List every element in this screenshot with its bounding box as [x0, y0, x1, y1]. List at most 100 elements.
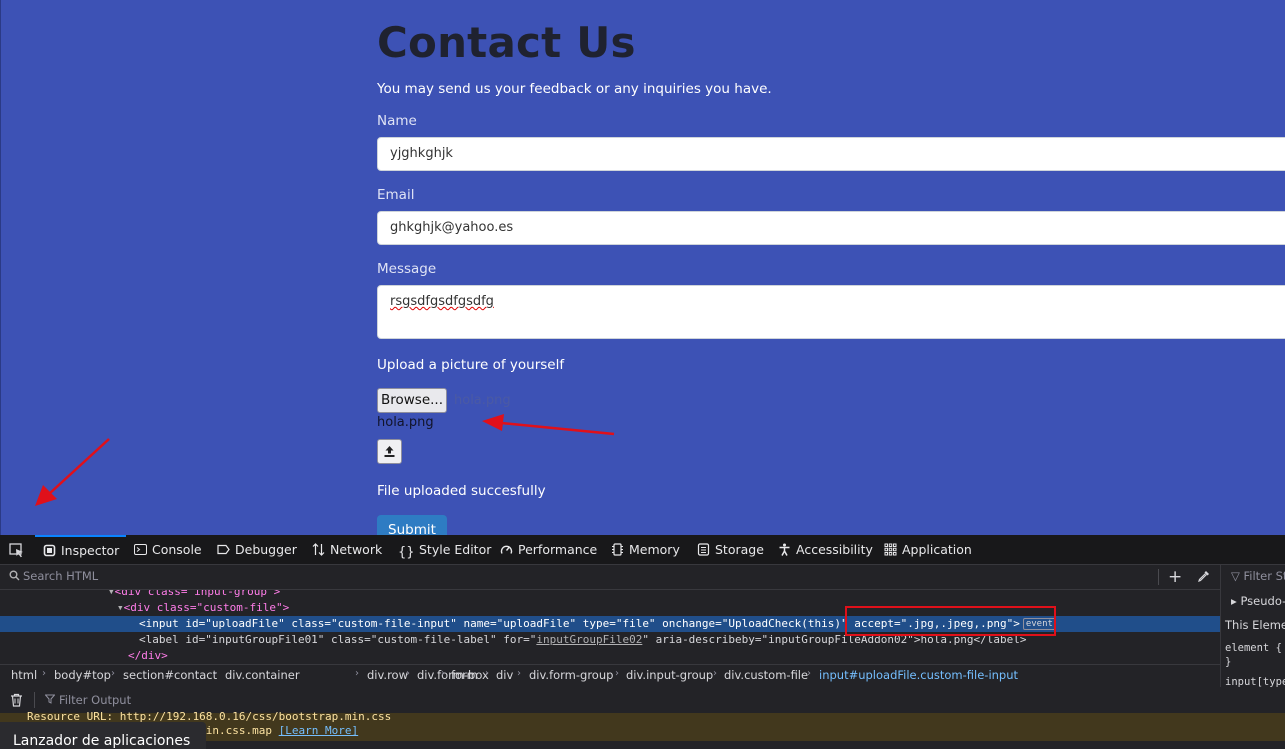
filter-output-input[interactable]: Filter Output [59, 693, 131, 707]
tab-debugger-label: Debugger [235, 542, 297, 557]
console-icon [134, 544, 147, 555]
breadcrumb-separator-icon: › [441, 668, 445, 679]
page-viewport: Contact Us You may send us your feedback… [0, 0, 1285, 535]
breadcrumb-separator-icon: › [213, 668, 217, 679]
markup-text: <div class="custom-file"> [123, 601, 290, 614]
markup-link[interactable]: inputGroupFile02 [536, 633, 642, 646]
breadcrumb-item[interactable]: form [451, 668, 478, 682]
input-type-rule: input[type [1225, 676, 1285, 687]
tab-inspector-label: Inspector [61, 543, 120, 558]
element-rule-close: } [1225, 656, 1232, 668]
email-field[interactable]: ghkghjk@yahoo.es [377, 211, 1285, 245]
name-field[interactable]: yjghkghjk [377, 137, 1285, 171]
message-field[interactable]: rsgsdfgsdfgsdfg [377, 285, 1285, 339]
pseudo-elements-toggle[interactable]: ▸ Pseudo-elements [1231, 594, 1285, 608]
markup-text: </div> [128, 649, 168, 662]
tab-network-label: Network [330, 542, 383, 557]
tab-accessibility[interactable]: Accessibility [778, 535, 873, 564]
name-label: Name [377, 113, 417, 129]
storage-icon [697, 543, 710, 556]
breadcrumb-item[interactable]: div.input-group [626, 668, 713, 682]
tab-performance-label: Performance [518, 542, 598, 557]
file-label: hola.png [377, 415, 434, 430]
tab-inspector[interactable]: Inspector [35, 535, 126, 562]
message-label: Message [377, 261, 437, 277]
toolbar-divider [1158, 569, 1159, 585]
markup-text: <input id="uploadFile" class="custom-fil… [139, 617, 848, 630]
network-icon [312, 543, 325, 556]
message-text: rsgsdfgsdfgsdfg [390, 294, 494, 309]
search-icon [9, 570, 20, 581]
upload-button[interactable] [377, 439, 402, 464]
devtools-toolbar: Inspector Console Debugger Network {} Sty… [0, 535, 1285, 565]
breadcrumb-item[interactable]: body#top [54, 668, 111, 682]
breadcrumb-separator-icon: › [615, 668, 619, 679]
rules-sidebar: ▽ Filter Styles ▸ Pseudo-elements This E… [1220, 565, 1285, 687]
tab-performance[interactable]: Performance [500, 535, 597, 564]
breadcrumb-separator-icon: › [807, 668, 811, 679]
pseudo-elements-label: Pseudo-elements [1240, 594, 1285, 608]
breadcrumb: html › body#top › section#contact › div.… [0, 664, 1220, 688]
inspector-icon [43, 544, 56, 557]
memory-icon [612, 543, 623, 556]
markup-text: <label id="inputGroupFile01" class="cust… [139, 633, 537, 646]
breadcrumb-item[interactable]: div.row [367, 668, 408, 682]
app-launcher-tooltip: Lanzador de aplicaciones [0, 722, 206, 749]
tab-application-label: Application [902, 542, 972, 557]
tab-console-label: Console [152, 542, 202, 557]
tooltip-text: Lanzador de aplicaciones [13, 733, 191, 749]
breadcrumb-item[interactable]: div [496, 668, 513, 682]
tab-debugger[interactable]: Debugger [217, 535, 297, 564]
tab-storage[interactable]: Storage [697, 535, 764, 564]
breadcrumb-separator-icon: › [42, 668, 46, 679]
tab-network[interactable]: Network [312, 535, 382, 564]
breadcrumb-separator-icon: › [111, 668, 115, 679]
page-subtitle: You may send us your feedback or any inq… [377, 81, 772, 97]
breadcrumb-separator-icon: › [355, 668, 359, 679]
performance-icon [500, 545, 513, 554]
breadcrumb-item[interactable]: div.form-group [529, 668, 613, 682]
filter-styles-text: Filter Styles [1243, 569, 1285, 583]
breadcrumb-item-current[interactable]: input#uploadFile.custom-file-input [819, 668, 1018, 682]
breadcrumb-item[interactable]: div.custom-file [724, 668, 808, 682]
annotation-arrow-browse [500, 421, 615, 436]
html-search-bar: Search HTML + [0, 565, 1220, 590]
selected-file-name: hola.png [454, 393, 511, 408]
annotation-highlight-box [845, 606, 1056, 636]
submit-button[interactable]: Submit [377, 515, 447, 535]
annotation-arrowhead-devtools [35, 485, 57, 506]
style-editor-icon: {} [398, 545, 415, 560]
breadcrumb-item[interactable]: section#contact [123, 668, 217, 682]
markup-node-input-group[interactable]: ▾<div class="input-group"> [0, 590, 1220, 600]
element-picker-icon[interactable] [9, 543, 24, 558]
tab-style-editor[interactable]: {} Style Editor [398, 535, 491, 564]
learn-more-link[interactable]: [Learn More] [279, 724, 358, 737]
toolbar-divider [34, 692, 35, 708]
breadcrumb-item[interactable]: html [11, 668, 37, 682]
element-rule: element { [1225, 642, 1282, 654]
breadcrumb-separator-icon: › [517, 668, 521, 679]
tab-application[interactable]: Application [884, 535, 972, 564]
tab-style-editor-label: Style Editor [419, 542, 492, 557]
tab-memory[interactable]: Memory [611, 535, 680, 564]
breadcrumb-separator-icon: › [406, 668, 410, 679]
filter-icon [45, 694, 55, 704]
tab-accessibility-label: Accessibility [796, 542, 873, 557]
markup-node-close-div[interactable]: </div> [0, 648, 1220, 664]
tab-memory-label: Memory [629, 542, 680, 557]
browse-button[interactable]: Browse... [377, 388, 447, 413]
upload-label: Upload a picture of yourself [377, 357, 565, 373]
debugger-icon [217, 544, 230, 555]
eyedropper-icon[interactable] [1197, 569, 1211, 583]
devtools-panel: Inspector Console Debugger Network {} Sty… [0, 535, 1285, 749]
breadcrumb-item[interactable]: div.container [225, 668, 300, 682]
accessibility-icon [779, 543, 790, 556]
search-html-input[interactable]: Search HTML [23, 569, 98, 583]
filter-styles-input[interactable]: ▽ Filter Styles [1231, 569, 1285, 583]
upload-icon [384, 446, 395, 457]
add-node-button[interactable]: + [1168, 567, 1182, 587]
page-title: Contact Us [377, 18, 636, 67]
trash-icon[interactable] [10, 693, 23, 707]
tab-console[interactable]: Console [134, 535, 202, 564]
breadcrumb-separator-icon: › [485, 668, 489, 679]
